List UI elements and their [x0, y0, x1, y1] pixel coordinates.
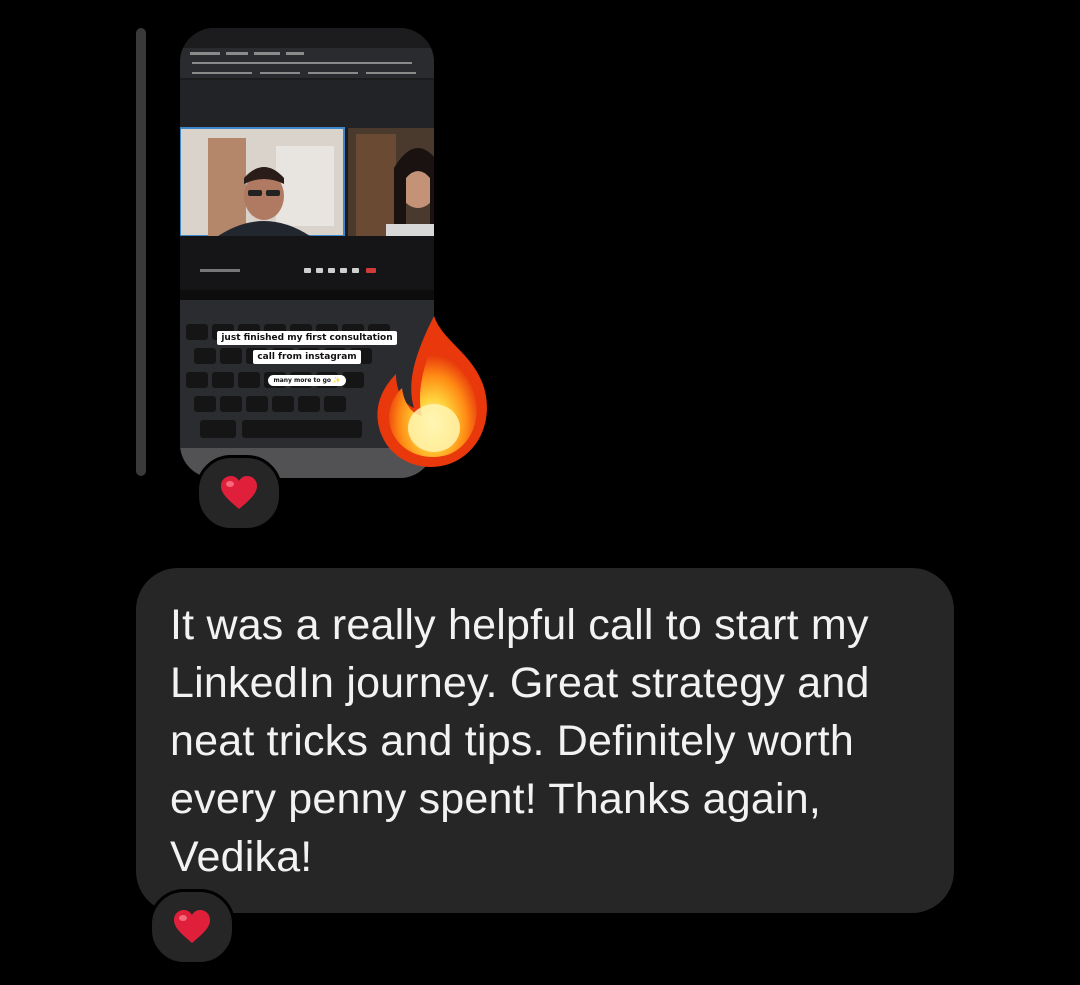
heart-icon — [174, 910, 210, 943]
message-bubble[interactable]: It was a really helpful call to start my… — [136, 568, 954, 913]
message-text: It was a really helpful call to start my… — [170, 601, 870, 881]
fire-icon — [377, 316, 487, 467]
reaction-badge[interactable] — [196, 455, 282, 531]
chat-screen: just finished my first consultation call… — [0, 0, 1080, 985]
story-reply-bar — [136, 28, 146, 476]
reaction-badge[interactable] — [149, 889, 235, 965]
heart-icon — [221, 476, 257, 509]
